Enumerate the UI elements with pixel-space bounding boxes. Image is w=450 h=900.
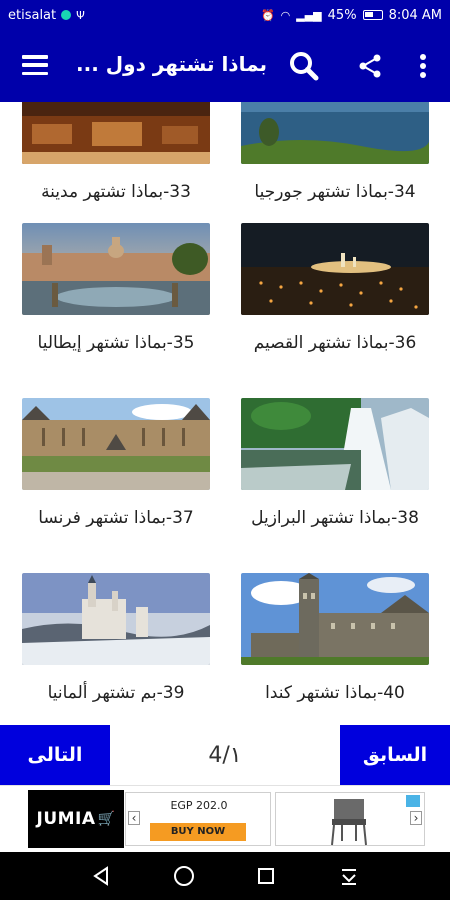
item-caption: 39-بم تشتهر ألمانيا <box>47 683 185 703</box>
battery-icon <box>362 10 383 20</box>
ad-brand: JUMIA <box>36 809 96 829</box>
list-item[interactable]: 34-بماذا تشتهر جورجيا <box>241 102 429 212</box>
menu-icon[interactable] <box>22 55 48 75</box>
item-caption: 36-بماذا تشتهر القصيم <box>253 333 417 353</box>
system-nav-bar <box>0 852 450 900</box>
item-caption: 38-بماذا تشتهر البرازيل <box>251 508 419 528</box>
item-thumbnail <box>241 573 429 665</box>
signal-icon: ▂▄▆ <box>296 8 322 22</box>
list-item[interactable]: 36-بماذا تشتهر القصيم <box>241 223 429 363</box>
item-thumbnail <box>241 398 429 490</box>
app-title: بماذا تشتهر دول ... <box>76 52 267 76</box>
list-item[interactable]: 37-بماذا تشتهر فرنسا <box>22 398 210 538</box>
item-caption: 33-بماذا تشتهر مدينة <box>41 182 191 202</box>
usb-icon: Ψ <box>76 8 85 22</box>
item-caption: 35-بماذا تشتهر إيطاليا <box>37 333 195 353</box>
ad-product-image[interactable]: › <box>275 792 425 846</box>
item-caption: 40-بماذا تشتهر كندا <box>265 683 405 703</box>
pager: التالى 4/١ السابق <box>0 725 450 785</box>
item-caption: 37-بماذا تشتهر فرنسا <box>38 508 194 528</box>
item-caption: 34-بماذا تشتهر جورجيا <box>254 182 416 202</box>
ad-choices-icon[interactable] <box>406 795 420 807</box>
item-thumbnail <box>22 102 210 164</box>
share-icon[interactable] <box>352 48 388 84</box>
ad-price: EGP 202.0 <box>170 799 228 812</box>
status-bar: etisalat Ψ ⏰ ◠ ▂▄▆ 45% 8:04 AM <box>0 0 450 30</box>
item-thumbnail <box>22 573 210 665</box>
carrier-label: etisalat <box>8 7 57 23</box>
item-thumbnail <box>22 398 210 490</box>
list-item[interactable]: 35-بماذا تشتهر إيطاليا <box>22 223 210 363</box>
item-thumbnail <box>22 223 210 315</box>
item-thumbnail <box>241 223 429 315</box>
list-item[interactable]: 39-بم تشتهر ألمانيا <box>22 573 210 713</box>
ad-prev-arrow-icon[interactable]: ‹ <box>128 811 140 825</box>
chair-icon <box>331 799 367 846</box>
ad-brand-logo: JUMIA 🛒 <box>28 790 124 848</box>
notification-dot-icon <box>61 10 72 20</box>
ad-buy-button[interactable]: BUY NOW <box>150 823 246 841</box>
page-indicator: 4/١ <box>208 742 242 768</box>
items-grid: 33-بماذا تشتهر مدينة 34-بماذا تشتهر جورج… <box>0 102 450 725</box>
previous-button[interactable]: السابق <box>340 725 450 785</box>
alarm-icon: ⏰ <box>260 8 275 22</box>
search-icon[interactable] <box>286 48 322 84</box>
home-icon[interactable] <box>169 861 199 891</box>
battery-percent: 45% <box>327 7 357 23</box>
ad-product-card[interactable]: EGP 202.0 BUY NOW ‹ <box>125 792 271 846</box>
ad-banner[interactable]: JUMIA 🛒 EGP 202.0 BUY NOW ‹ › <box>0 785 450 852</box>
ad-next-arrow-icon[interactable]: › <box>410 811 422 825</box>
recents-icon[interactable] <box>251 861 281 891</box>
list-item[interactable]: 40-بماذا تشتهر كندا <box>241 573 429 713</box>
item-thumbnail <box>241 102 429 164</box>
cart-icon: 🛒 <box>97 811 116 827</box>
notification-pull-icon[interactable] <box>334 861 364 891</box>
clock: 8:04 AM <box>388 7 442 23</box>
app-bar: بماذا تشتهر دول ... <box>0 30 450 102</box>
list-item[interactable]: 38-بماذا تشتهر البرازيل <box>241 398 429 538</box>
more-options-icon[interactable] <box>405 48 441 84</box>
next-button[interactable]: التالى <box>0 725 110 785</box>
back-icon[interactable] <box>86 861 116 891</box>
list-item[interactable]: 33-بماذا تشتهر مدينة <box>22 102 210 212</box>
wifi-icon: ◠ <box>280 8 291 22</box>
